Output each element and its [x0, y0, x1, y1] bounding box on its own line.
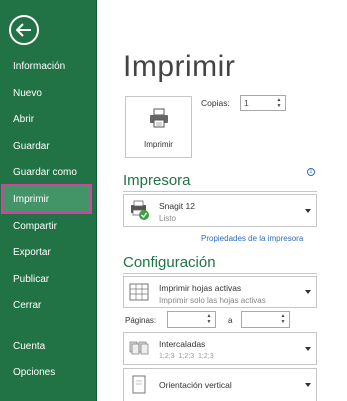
printer-section-title: Impresora: [123, 172, 191, 189]
collation-order: 1;2;3 1;2;3 1;2;3: [159, 353, 214, 360]
page-title: Imprimir: [123, 50, 236, 83]
sidebar-item-cerrar[interactable]: Cerrar: [0, 292, 97, 318]
sidebar-item-informacion[interactable]: Información: [0, 53, 97, 79]
pages-label: Páginas:: [125, 316, 157, 325]
sidebar-item-publicar[interactable]: Publicar: [0, 266, 97, 292]
sidebar-item-nuevo[interactable]: Nuevo: [0, 80, 97, 106]
portrait-page-icon: [132, 375, 146, 394]
print-panel: Imprimir Imprimir Copias: 1 ▲ ▼ Impresor…: [97, 0, 347, 401]
printer-icon: [150, 108, 168, 128]
sidebar-item-guardar[interactable]: Guardar: [0, 133, 97, 159]
print-button-label: Imprimir: [144, 140, 173, 149]
printer-dropdown[interactable]: Snagit 12 Listo: [123, 194, 317, 227]
spin-down-icon[interactable]: ▼: [275, 103, 283, 109]
collated-pages-icon: [129, 341, 149, 355]
sidebar-item-exportar[interactable]: Exportar: [0, 239, 97, 265]
orientation-value: Orientación vertical: [159, 380, 232, 390]
back-button[interactable]: [9, 15, 39, 45]
back-arrow-icon: [16, 23, 31, 37]
pages-to-label: a: [228, 316, 233, 325]
sidebar-item-imprimir[interactable]: Imprimir: [1, 184, 92, 214]
orientation-dropdown[interactable]: Orientación vertical: [123, 368, 317, 401]
sidebar-item-guardar-como[interactable]: Guardar como: [0, 159, 97, 185]
spin-down-icon[interactable]: ▼: [205, 319, 213, 325]
sidebar-item-compartir[interactable]: Compartir: [0, 213, 97, 239]
pages-to-spinner[interactable]: ▲ ▼: [279, 313, 287, 325]
printer-status-icon: [131, 200, 149, 220]
info-icon[interactable]: i: [307, 168, 315, 176]
chevron-down-icon: [305, 383, 311, 387]
print-button[interactable]: Imprimir: [125, 96, 192, 158]
print-what-value: Imprimir hojas activas: [159, 283, 242, 293]
print-what-description: Imprimir solo las hojas activas: [159, 296, 266, 305]
sidebar-item-cuenta[interactable]: Cuenta: [0, 333, 97, 359]
pages-from-spinner[interactable]: ▲ ▼: [205, 313, 213, 325]
chevron-down-icon: [305, 346, 311, 351]
settings-section-title: Configuración: [123, 254, 216, 271]
collation-dropdown[interactable]: Intercaladas 1;2;3 1;2;3 1;2;3: [123, 332, 317, 365]
chevron-down-icon: [305, 290, 311, 294]
printer-name: Snagit 12: [159, 201, 195, 211]
backstage-sidebar: Información Nuevo Abrir Guardar Guardar …: [0, 0, 97, 401]
sidebar-item-opciones[interactable]: Opciones: [0, 359, 97, 385]
printer-properties-link[interactable]: Propiedades de la impresora: [201, 234, 303, 243]
spin-down-icon[interactable]: ▼: [279, 319, 287, 325]
copies-input[interactable]: 1 ▲ ▼: [240, 95, 286, 111]
copies-spinner[interactable]: ▲ ▼: [275, 97, 283, 109]
pages-to-input[interactable]: ▲ ▼: [241, 311, 290, 328]
print-what-dropdown[interactable]: Imprimir hojas activas Imprimir solo las…: [123, 276, 317, 308]
copies-value: 1: [244, 98, 249, 108]
sidebar-item-abrir[interactable]: Abrir: [0, 106, 97, 132]
section-divider: [123, 273, 317, 274]
printer-status: Listo: [159, 214, 176, 223]
pages-from-input[interactable]: ▲ ▼: [167, 311, 216, 328]
copies-label: Copias:: [201, 98, 230, 108]
collation-value: Intercaladas: [159, 339, 206, 349]
section-divider: [123, 191, 317, 192]
sheet-grid-icon: [129, 283, 149, 301]
chevron-down-icon: [305, 208, 311, 213]
